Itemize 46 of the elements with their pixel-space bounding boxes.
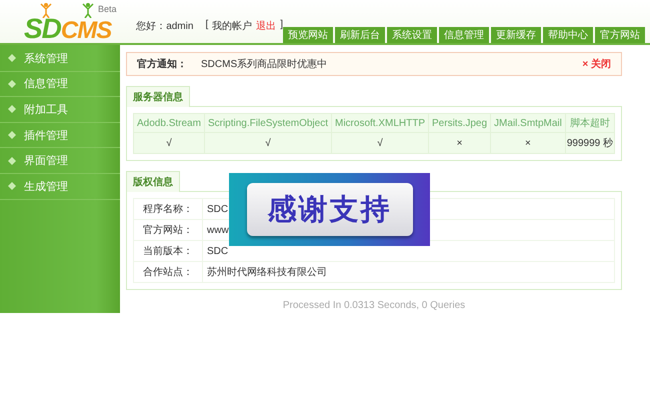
row-label: 官方网站：	[134, 220, 203, 240]
greeting-text: 您好：admin	[136, 20, 194, 33]
nav-button[interactable]: 刷新后台	[335, 27, 385, 43]
sidebar-item[interactable]: 界面管理	[0, 148, 120, 174]
nav-button[interactable]: 预览网站	[283, 27, 333, 43]
nav-button[interactable]: 系统设置	[387, 27, 437, 43]
nav-button[interactable]: 更新缓存	[491, 27, 541, 43]
logo-text: SDCMS	[24, 17, 112, 43]
column-header: Microsoft.XMLHTTP	[332, 114, 429, 132]
row-label: 程序名称：	[134, 198, 203, 220]
column-header: JMail.SmtpMail	[490, 114, 566, 132]
logout-link[interactable]: 退出	[256, 19, 276, 33]
column-header: 脚本超时	[565, 114, 614, 132]
table-cell: √	[204, 132, 332, 154]
sidebar-item[interactable]: 信息管理	[0, 72, 120, 98]
sidebar-item[interactable]: 附加工具	[0, 97, 120, 123]
sidebar-item[interactable]: 生成管理	[0, 174, 120, 200]
beta-label: Beta	[98, 4, 117, 15]
table-cell: ×	[490, 132, 566, 154]
column-header: Persits.Jpeg	[428, 114, 491, 132]
table-cell: √	[332, 132, 429, 154]
section-tab[interactable]: 服务器信息	[126, 86, 190, 107]
footer-text: Processed In 0.0313 Seconds, 0 Queries	[282, 300, 466, 311]
table-cell: ×	[428, 132, 491, 154]
close-link[interactable]: × 关闭	[582, 57, 611, 71]
account-link[interactable]: 我的帐户	[212, 19, 252, 33]
row-label: 合作站点：	[134, 262, 203, 282]
row-value: 苏州时代网络科技有限公司	[202, 262, 614, 282]
row-label: 当前版本：	[134, 240, 203, 262]
sidebar-item[interactable]: 系统管理	[0, 46, 120, 72]
table-cell: √	[134, 132, 204, 154]
banner-text: 感谢支持	[246, 183, 412, 236]
notice-text: SDCMS系列商品限时优惠中	[201, 58, 328, 71]
sidebar-item[interactable]: 插件管理	[0, 122, 120, 148]
figure-icon	[82, 2, 94, 18]
bracket: [	[205, 19, 208, 32]
table-cell: 999999 秒	[565, 132, 614, 154]
bracket: ]	[280, 19, 283, 32]
column-header: Adodb.Stream	[134, 114, 204, 132]
figure-icon	[40, 2, 52, 18]
nav-button[interactable]: 帮助中心	[543, 27, 593, 43]
column-header: Scripting.FileSystemObject	[204, 114, 332, 132]
nav-button[interactable]: 信息管理	[439, 27, 489, 43]
notice-label: 官方通知：	[137, 57, 188, 71]
nav-button[interactable]: 官方网站	[595, 27, 645, 43]
section-tab[interactable]: 版权信息	[126, 171, 180, 192]
